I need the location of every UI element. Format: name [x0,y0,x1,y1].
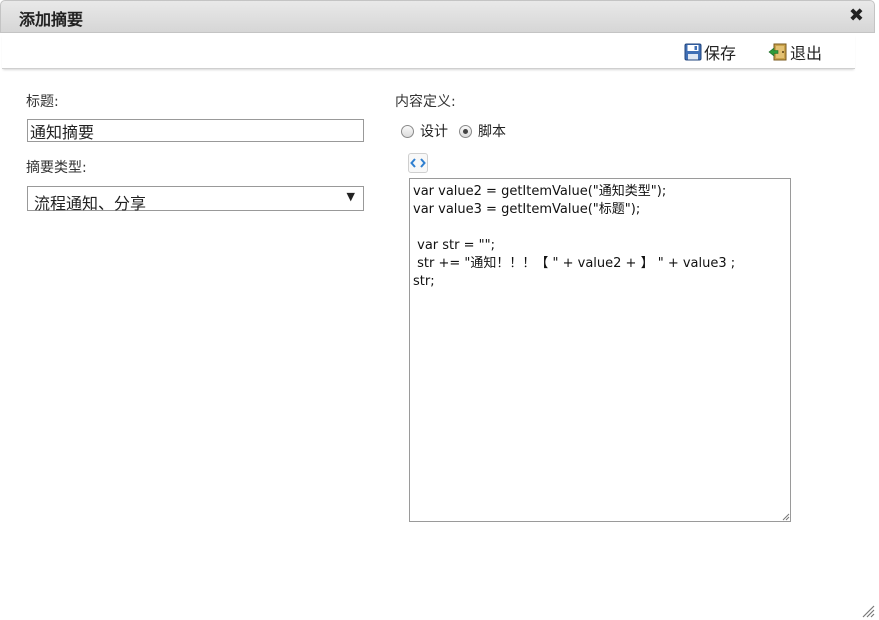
close-icon[interactable]: ✖ [849,5,864,26]
save-button[interactable]: 保存 [684,42,737,63]
code-brackets-glyph [410,158,426,168]
script-radio-label: 脚本 [478,124,506,140]
summary-type-select[interactable]: 流程通知、分享 ▼ [27,186,364,213]
save-label: 保存 [704,44,737,63]
script-editor[interactable]: var value2 = getItemValue("通知类型"); var v… [409,178,791,522]
editor-resize-grip[interactable] [780,511,790,521]
script-radio[interactable] [459,124,472,138]
dialog-resize-grip[interactable] [861,604,875,618]
toolbar: 保存 退出 [2,34,855,69]
exit-label: 退出 [790,44,823,63]
floppy-disk-icon [684,43,702,61]
title-input[interactable] [27,119,364,142]
dialog-title: 添加摘要 [19,10,84,29]
content-definition-label: 内容定义: [395,94,456,110]
mode-radio-group: 设计 脚本 [401,121,517,141]
design-radio[interactable] [401,124,414,138]
dropdown-arrow-icon: ▼ [346,190,355,203]
exit-button[interactable]: 退出 [768,42,823,63]
title-label: 标题: [26,94,59,110]
design-radio-label: 设计 [420,124,448,140]
dialog-titlebar: 添加摘要 ✖ [0,0,875,33]
summary-type-label: 摘要类型: [26,160,87,176]
summary-type-value: 流程通知、分享 [34,194,147,213]
code-brackets-icon[interactable] [408,153,428,173]
exit-door-icon [768,43,787,61]
